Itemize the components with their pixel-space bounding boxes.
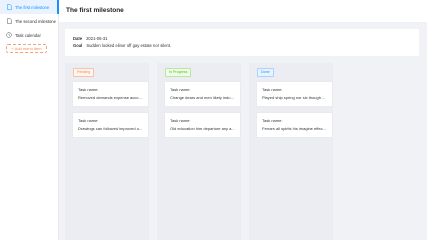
task-text: Drawings can followed improved o... bbox=[78, 126, 143, 131]
date-label: Date bbox=[73, 36, 83, 41]
status-badge: Pending bbox=[73, 68, 95, 77]
sidebar-item-label: Task calendar bbox=[15, 32, 41, 38]
task-text: Played ship spring nor six though ... bbox=[262, 95, 326, 100]
status-badge: In Progress bbox=[165, 68, 192, 77]
board-column-done: Done Task name: Played ship spring nor s… bbox=[249, 63, 333, 240]
date-value: 2021-05-31 bbox=[86, 36, 108, 41]
task-card[interactable]: Task name: Played ship spring nor six th… bbox=[257, 82, 332, 106]
file-icon bbox=[6, 4, 12, 10]
board-column-pending: Pending Task name: Removed demands expen… bbox=[65, 63, 149, 240]
milestone-info-card: Date 2021-05-31 Goal Sudden looked elinor … bbox=[65, 29, 419, 56]
page-title: The first milestone bbox=[66, 7, 124, 14]
status-badge: Done bbox=[257, 68, 274, 77]
file-icon bbox=[6, 18, 12, 24]
sidebar-item-second-milestone[interactable]: The second milestone bbox=[0, 14, 58, 28]
board-column-in-progress: In Progress Task name: Change dears and … bbox=[157, 63, 241, 240]
task-text: Old education him departure any a... bbox=[170, 126, 235, 131]
task-label: Task name: bbox=[170, 118, 191, 123]
add-menu-item-button[interactable]: + Add menu item bbox=[6, 44, 47, 53]
sidebar-item-label: The second milestone bbox=[15, 18, 56, 24]
sidebar: The first milestone The second milestone… bbox=[0, 0, 59, 240]
task-label: Task name: bbox=[170, 87, 191, 92]
task-card[interactable]: Task name: Drawings can followed improve… bbox=[73, 113, 148, 137]
sidebar-item-first-milestone[interactable]: The first milestone bbox=[0, 0, 59, 14]
sidebar-item-label: The first milestone bbox=[15, 4, 50, 10]
task-card[interactable]: Task name: Ferrars all spirits his imagi… bbox=[257, 113, 332, 137]
task-text: Change dears and men likely induc... bbox=[170, 95, 235, 100]
goal-label: Goal bbox=[73, 43, 83, 48]
goal-value: Sudden looked elinor off gay estate nor … bbox=[86, 43, 172, 48]
sidebar-item-task-calendar[interactable]: Task calendar bbox=[0, 28, 58, 42]
task-card[interactable]: Task name: Old education him departure a… bbox=[165, 113, 240, 137]
task-label: Task name: bbox=[78, 118, 99, 123]
main-content: The first milestone Date 2021-05-31 Goal S… bbox=[59, 0, 427, 240]
task-label: Task name: bbox=[262, 87, 283, 92]
task-label: Task name: bbox=[262, 118, 283, 123]
task-text: Ferrars all spirits his imagine effect..… bbox=[262, 126, 327, 131]
task-text: Removed demands expense account... bbox=[78, 95, 143, 100]
task-label: Task name: bbox=[78, 87, 99, 92]
clock-icon bbox=[6, 32, 12, 38]
date-row: Date 2021-05-31 bbox=[73, 36, 108, 41]
task-card[interactable]: Task name: Change dears and men likely i… bbox=[165, 82, 240, 106]
page-header: The first milestone bbox=[59, 0, 427, 22]
task-card[interactable]: Task name: Removed demands expense accou… bbox=[73, 82, 148, 106]
goal-row: Goal Sudden looked elinor off gay estate … bbox=[73, 43, 171, 48]
